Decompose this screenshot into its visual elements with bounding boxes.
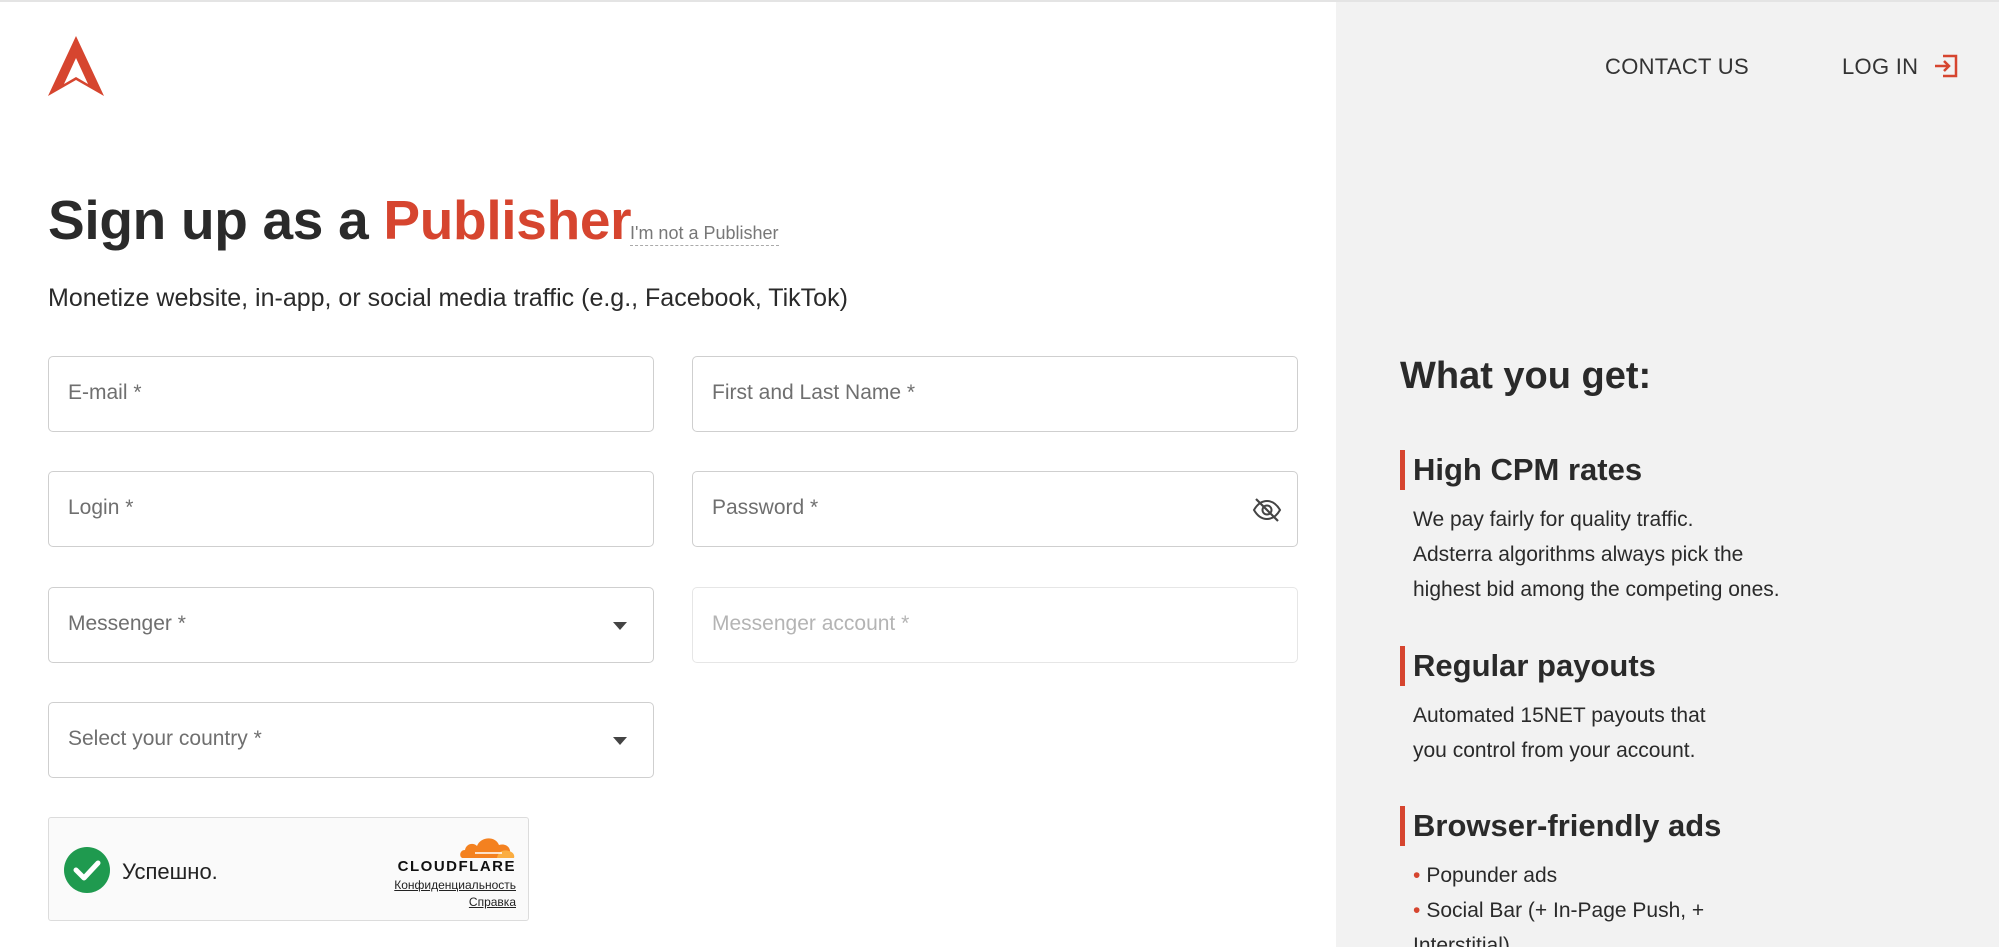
password-placeholder: Password * xyxy=(712,496,819,519)
bullet-text: Social Bar (+ In-Page Push, + Interstiti… xyxy=(1413,899,1705,947)
bullet-text: Popunder ads xyxy=(1426,864,1558,887)
feature-text-cpm: We pay fairly for quality traffic. Adste… xyxy=(1413,502,1843,607)
email-placeholder: E-mail * xyxy=(68,381,142,404)
captcha-privacy-link[interactable]: Конфиденциальность xyxy=(394,878,516,892)
messenger-account-placeholder: Messenger account * xyxy=(712,612,910,635)
feature-title-ads: Browser-friendly ads xyxy=(1413,808,1722,843)
feature-accent-bar xyxy=(1400,646,1405,686)
feature-line: We pay fairly for quality traffic. xyxy=(1413,508,1694,531)
cloudflare-captcha[interactable]: Успешно. CLOUDFLARE Конфиденциальность С… xyxy=(48,817,529,921)
cloudflare-cloud-icon xyxy=(460,838,515,858)
feature-title-cpm: High CPM rates xyxy=(1413,452,1643,487)
feature-line: Automated 15NET payouts that xyxy=(1413,704,1706,727)
chevron-down-icon xyxy=(613,737,627,745)
full-name-field[interactable]: First and Last Name * xyxy=(692,356,1298,432)
bullet-dot: • xyxy=(1413,864,1421,887)
contact-us-link[interactable]: CONTACT US xyxy=(1605,54,1749,80)
feature-line: Adsterra algorithms always pick the xyxy=(1413,543,1744,566)
list-item: • Popunder ads xyxy=(1413,858,1733,893)
check-circle-icon xyxy=(64,847,110,893)
feature-accent-bar xyxy=(1400,806,1405,846)
benefits-heading: What you get: xyxy=(1400,355,1652,397)
login-arrow-icon xyxy=(1935,54,1958,77)
adsterra-logo-icon[interactable] xyxy=(48,36,104,96)
feature-title-payouts: Regular payouts xyxy=(1413,648,1656,683)
messenger-placeholder: Messenger * xyxy=(68,612,186,635)
eye-slash-icon[interactable] xyxy=(1251,494,1283,526)
messenger-account-field[interactable]: Messenger account * xyxy=(692,587,1298,663)
login-link[interactable]: LOG IN xyxy=(1842,54,1960,80)
full-name-placeholder: First and Last Name * xyxy=(712,381,916,404)
chevron-down-icon xyxy=(613,622,627,630)
not-publisher-link[interactable]: I'm not a Publisher xyxy=(630,223,779,246)
page-subtitle: Monetize website, in-app, or social medi… xyxy=(48,284,848,312)
cloudflare-brand: CLOUDFLARE xyxy=(397,858,516,875)
feature-text-payouts: Automated 15NET payouts that you control… xyxy=(1413,698,1843,768)
country-select[interactable]: Select your country * xyxy=(48,702,654,778)
title-prefix: Sign up as a xyxy=(48,189,384,251)
country-placeholder: Select your country * xyxy=(68,727,262,750)
page-title: Sign up as a Publisher xyxy=(48,188,632,252)
login-placeholder: Login * xyxy=(68,496,134,519)
feature-line: you control from your account. xyxy=(1413,739,1696,762)
password-field[interactable]: Password * xyxy=(692,471,1298,547)
feature-line: highest bid among the competing ones. xyxy=(1413,578,1780,601)
messenger-select[interactable]: Messenger * xyxy=(48,587,654,663)
bullet-dot: • xyxy=(1413,899,1421,922)
login-field[interactable]: Login * xyxy=(48,471,654,547)
captcha-help-link[interactable]: Справка xyxy=(469,895,516,909)
title-accent: Publisher xyxy=(383,189,632,251)
feature-accent-bar xyxy=(1400,450,1405,490)
login-label: LOG IN xyxy=(1842,54,1919,79)
list-item: • Social Bar (+ In-Page Push, + Interstit… xyxy=(1413,893,1733,947)
captcha-status: Успешно. xyxy=(122,859,218,884)
email-field[interactable]: E-mail * xyxy=(48,356,654,432)
